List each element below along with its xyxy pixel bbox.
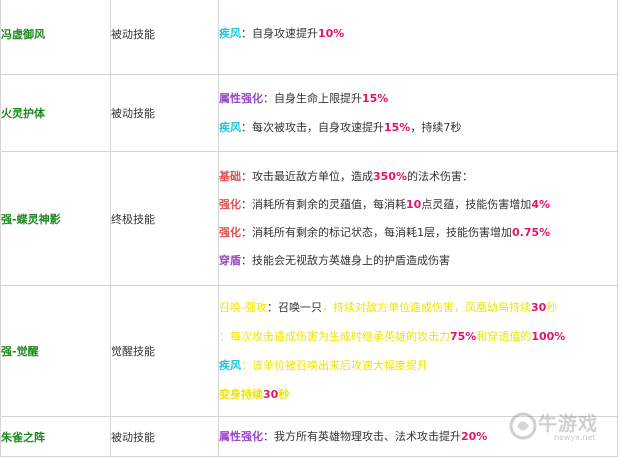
label-jifeng: 疾风 xyxy=(219,26,241,40)
desc-text: ：技能会无视敌方英雄身上的护盾造成伤害 xyxy=(241,253,450,267)
label-attr-boost: 属性强化 xyxy=(219,429,263,443)
skill-name: 火灵护体 xyxy=(0,74,111,152)
skill-name: 朱雀之阵 xyxy=(0,416,111,457)
desc-text-yellow: 秒 xyxy=(546,301,558,314)
label-attr-boost: 属性强化 xyxy=(219,92,263,105)
skill-type: 被动技能 xyxy=(110,74,219,152)
value-number: 75% xyxy=(450,330,477,343)
table-row: 火灵护体 被动技能 属性强化：自身生命上限提升15% 疾风：每次被攻击，自身攻速… xyxy=(0,74,618,152)
skill-description: 基础：攻击最近敌方单位，造成350%的法术伤害： 强化：消耗所有剩余的灵蕴值，每… xyxy=(218,151,618,286)
skill-name: 强-蝶灵神影 xyxy=(0,151,111,286)
desc-line: 疾风：每次被攻击，自身攻速提升15%，持续7秒 xyxy=(219,113,617,142)
desc-line: ：每次攻击造成伤害为生成时继承英雄的攻击力75%和穿透值的100% xyxy=(219,322,617,351)
desc-text-yellow: 变身持续 xyxy=(219,388,263,401)
skill-description: 召唤-强攻：召唤一只，持续对敌方单位造成伤害，凤凰幼鸟持续30秒 ：每次攻击造成… xyxy=(218,285,618,417)
watermark-logo-icon xyxy=(509,412,537,440)
value-number: 20% xyxy=(461,429,488,443)
label-pierce-shield: 穿盾 xyxy=(219,253,241,267)
desc-text: ：消耗所有剩余的标记状态，每消耗1层，技能伤害增加 xyxy=(241,225,512,239)
desc-text: ：我方所有英雄物理攻击、法术攻击提升 xyxy=(263,429,461,443)
label-enhance: 强化 xyxy=(219,225,241,239)
value-number: 10% xyxy=(318,26,345,40)
value-number: 15% xyxy=(384,121,411,134)
desc-text-yellow: 秒 xyxy=(278,388,290,401)
table-row: 强-觉醒 觉醒技能 召唤-强攻：召唤一只，持续对敌方单位造成伤害，凤凰幼鸟持续3… xyxy=(0,285,618,417)
desc-text: 点灵蕴，技能伤害增加 xyxy=(421,197,532,211)
label-basic: 基础 xyxy=(219,169,241,183)
value-number: 0.75% xyxy=(512,225,551,239)
desc-text: ，持续7秒 xyxy=(410,121,462,134)
desc-text-yellow: ，持续对敌方单位造成伤害，凤凰幼鸟持续 xyxy=(321,301,531,314)
value-number: 10 xyxy=(406,197,422,211)
desc-line: 穿盾：技能会无视敌方英雄身上的护盾造成伤害 xyxy=(219,247,617,275)
desc-text: ：自身攻速提升 xyxy=(241,26,318,40)
value-number: 15% xyxy=(362,92,389,105)
skill-type: 被动技能 xyxy=(110,416,219,457)
value-number: 30 xyxy=(530,301,547,314)
skill-type: 觉醒技能 xyxy=(110,285,219,417)
desc-text: ：自身生命上限提升 xyxy=(263,92,362,105)
watermark-brand: 牛游戏 xyxy=(538,413,599,435)
desc-line: 属性强化：自身生命上限提升15% xyxy=(219,84,617,113)
desc-line: 强化：消耗所有剩余的灵蕴值，每消耗10点灵蕴，技能伤害增加4% xyxy=(219,191,617,219)
skills-table: 冯虚御风 被动技能 疾风：自身攻速提升10% 火灵护体 被动技能 属性强化：自身… xyxy=(0,0,618,457)
value-number: 30 xyxy=(263,388,279,401)
desc-line: 基础：攻击最近敌方单位，造成350%的法术伤害： xyxy=(219,163,617,191)
skill-description: 疾风：自身攻速提升10% xyxy=(218,0,618,75)
label-jifeng: 疾风 xyxy=(219,359,241,372)
value-number: 350% xyxy=(373,169,407,183)
skill-description: 属性强化：自身生命上限提升15% 疾风：每次被攻击，自身攻速提升15%，持续7秒 xyxy=(218,74,618,152)
desc-line: 疾风：该单位被召唤出来后攻速大幅度提升 xyxy=(219,351,617,380)
watermark-site: newyx.net xyxy=(554,433,596,442)
desc-text: ：召唤一只 xyxy=(266,301,322,314)
desc-text-yellow: ：每次攻击造成伤害为生成时继承英雄的攻击力 xyxy=(219,330,450,343)
desc-line: 疾风：自身攻速提升10% xyxy=(219,26,617,42)
desc-text: ：消耗所有剩余的灵蕴值，每消耗 xyxy=(241,197,406,211)
desc-text-yellow: ：该单位被召唤出来后攻速大幅度提升 xyxy=(241,359,428,372)
desc-text: ：每次被攻击，自身攻速提升 xyxy=(241,121,384,134)
desc-line: 变身持续30秒 xyxy=(219,380,617,409)
desc-line: 召唤-强攻：召唤一只，持续对敌方单位造成伤害，凤凰幼鸟持续30秒 xyxy=(219,293,617,322)
watermark: 牛游戏 newyx.net xyxy=(508,409,616,443)
value-number: 4% xyxy=(531,197,550,211)
value-number: 100% xyxy=(531,330,566,343)
label-jifeng: 疾风 xyxy=(219,121,241,134)
label-summon: 召唤-强攻 xyxy=(219,301,267,314)
skill-type: 被动技能 xyxy=(110,0,219,75)
desc-text: 的法术伤害： xyxy=(406,169,473,183)
label-enhance: 强化 xyxy=(219,197,241,211)
skill-name: 强-觉醒 xyxy=(0,285,111,417)
desc-text-yellow: 和穿透值的 xyxy=(476,330,532,343)
table-row: 冯虚御风 被动技能 疾风：自身攻速提升10% xyxy=(0,0,618,75)
desc-line: 强化：消耗所有剩余的标记状态，每消耗1层，技能伤害增加0.75% xyxy=(219,219,617,247)
skill-name: 冯虚御风 xyxy=(0,0,111,75)
desc-text: ：攻击最近敌方单位，造成 xyxy=(241,169,373,183)
table-row: 强-蝶灵神影 终极技能 基础：攻击最近敌方单位，造成350%的法术伤害： 强化：… xyxy=(0,151,618,286)
skill-type: 终极技能 xyxy=(110,151,219,286)
